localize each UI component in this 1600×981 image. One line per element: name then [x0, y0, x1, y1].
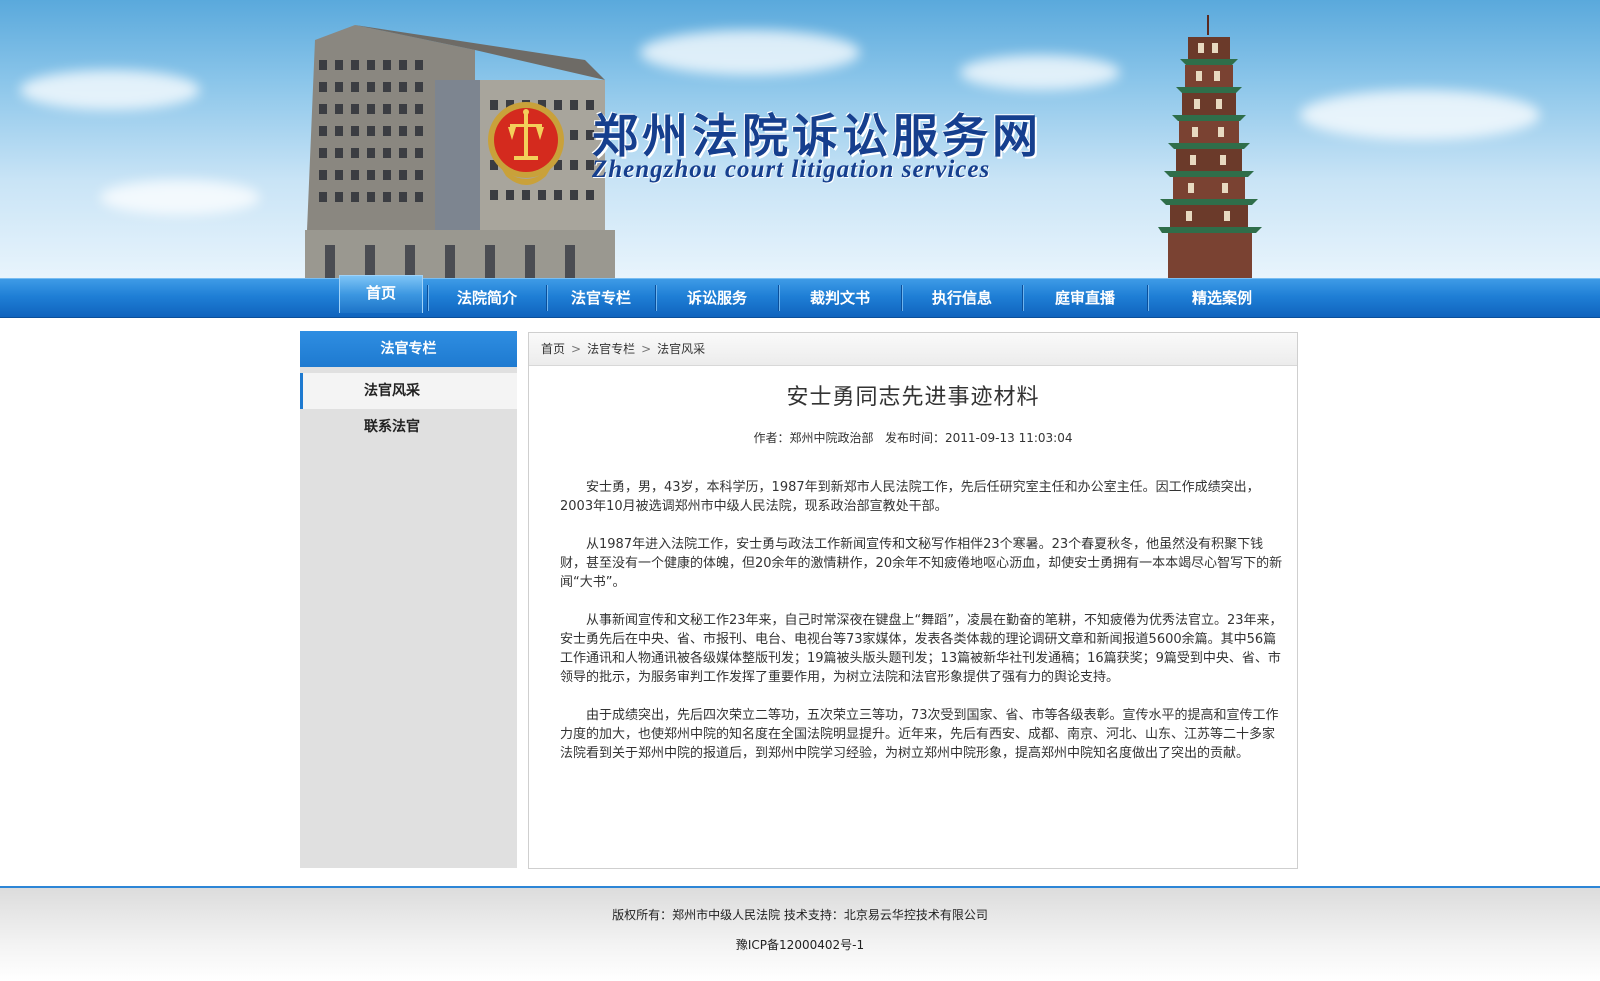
site-title-english: Zhengzhou court litigation services [592, 156, 991, 183]
cloud-decoration [960, 55, 1120, 90]
nav-trial-live[interactable]: 庭审直播 [1023, 279, 1147, 317]
nav-litigation-services[interactable]: 诉讼服务 [656, 279, 778, 317]
cloud-decoration [1300, 90, 1540, 140]
article-paragraph: 安士勇，男，43岁，本科学历，1987年到新郑市人民法院工作，先后任研究室主任和… [560, 480, 1260, 514]
nav-judgments[interactable]: 裁判文书 [779, 279, 901, 317]
sidebar: 法官专栏 法官风采 联系法官 [300, 331, 517, 868]
article-title: 安士勇同志先进事迹材料 [786, 385, 1040, 410]
article-paragraph: 由于成绩突出，先后四次荣立二等功，五次荣立三等功，73次受到国家、省、市等各级表… [560, 708, 1279, 761]
site-banner: 郑州法院诉讼服务网 Zhengzhou court litigation ser… [0, 0, 1600, 278]
breadcrumb: 首页 > 法官专栏 > 法官风采 [529, 333, 1297, 366]
nav-court-intro[interactable]: 法院简介 [428, 279, 546, 317]
article-panel: 首页 > 法官专栏 > 法官风采 安士勇同志先进事迹材料 作者：郑州中院政治部 发布时间… [528, 332, 1298, 869]
cloud-decoration [20, 70, 200, 110]
sidebar-item-contact-judge[interactable]: 联系法官 [300, 409, 517, 445]
breadcrumb-home[interactable]: 首页 [541, 342, 565, 356]
cloud-decoration [640, 30, 860, 75]
nav-enforcement-info[interactable]: 执行信息 [902, 279, 1022, 317]
date-label: 发布时间： [885, 431, 946, 445]
breadcrumb-judge-column[interactable]: 法官专栏 [587, 342, 635, 356]
author-label: 作者： [753, 431, 790, 445]
breadcrumb-judge-profiles[interactable]: 法官风采 [657, 342, 705, 356]
chevron-right-icon: > [641, 342, 652, 356]
article-author: 郑州中院政治部 [789, 431, 874, 445]
article-paragraph: 从1987年进入法院工作，安士勇与政法工作新闻宣传和文秘写作相伴23个寒暑。23… [560, 537, 1283, 590]
court-emblem-logo [488, 102, 564, 185]
article-paragraph: 从事新闻宣传和文秘工作23年来，自己时常深夜在键盘上“舞蹈”，凌晨在勤奋的笔耕，… [560, 613, 1283, 685]
cloud-decoration [100, 180, 260, 215]
footer-icp-number: 豫ICP备12000402号-1 [735, 938, 865, 952]
nav-selected-cases[interactable]: 精选案例 [1148, 279, 1296, 317]
nav-home[interactable]: 首页 [339, 275, 423, 313]
sidebar-heading: 法官专栏 [300, 331, 517, 367]
footer-copyright: 版权所有：郑州市中级人民法院 技术支持：北京易云华控技术有限公司 [612, 908, 988, 922]
court-building-image [305, 25, 615, 278]
main-navigation: 首页 法院简介 法官专栏 诉讼服务 裁判文书 执行信息 庭审直播 精选案例 [0, 275, 1600, 318]
nav-judge-column[interactable]: 法官专栏 [547, 279, 655, 317]
chevron-right-icon: > [571, 342, 582, 356]
article-meta: 作者：郑州中院政治部 发布时间：2011-09-13 11:03:04 [529, 429, 1297, 446]
pagoda-tower-image [1158, 15, 1262, 278]
sidebar-item-judge-profiles[interactable]: 法官风采 [300, 373, 517, 409]
article-body: 安士勇，男，43岁，本科学历，1987年到新郑市人民法院工作，先后任研究室主任和… [560, 478, 1286, 782]
site-footer: 版权所有：郑州市中级人民法院 技术支持：北京易云华控技术有限公司 豫ICP备12… [0, 886, 1600, 981]
article-date: 2011-09-13 11:03:04 [945, 431, 1073, 445]
